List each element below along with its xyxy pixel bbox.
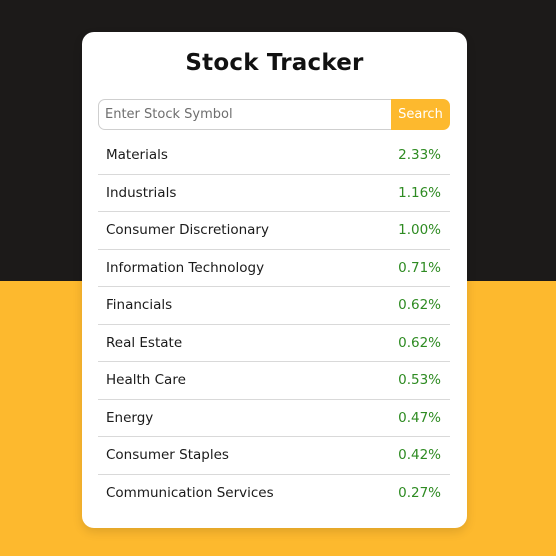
list-item: Materials 2.33%	[98, 137, 450, 175]
list-item: Industrials 1.16%	[98, 175, 450, 212]
stock-tracker-card: Stock Tracker Search Materials 2.33% Ind…	[82, 32, 467, 528]
sector-change: 2.33%	[398, 147, 441, 164]
sector-change: 0.27%	[398, 485, 441, 502]
sector-name: Consumer Staples	[106, 447, 229, 464]
sector-change: 0.47%	[398, 409, 441, 426]
list-item: Consumer Staples 0.42%	[98, 437, 450, 475]
search-button[interactable]: Search	[391, 99, 450, 130]
list-item: Information Technology 0.71%	[98, 250, 450, 287]
list-item: Financials 0.62%	[98, 287, 450, 325]
sector-name: Energy	[106, 409, 154, 426]
sector-change: 0.71%	[398, 259, 441, 276]
search-bar: Search	[98, 99, 450, 130]
sector-name: Communication Services	[106, 485, 274, 502]
sector-change: 0.62%	[398, 297, 441, 314]
sector-change: 0.53%	[398, 372, 441, 389]
page-title: Stock Tracker	[185, 50, 364, 76]
sector-change: 0.42%	[398, 447, 441, 464]
list-item: Energy 0.47%	[98, 400, 450, 437]
sector-change: 1.00%	[398, 222, 441, 239]
sector-name: Industrials	[106, 184, 177, 201]
list-item: Consumer Discretionary 1.00%	[98, 212, 450, 250]
sector-name: Consumer Discretionary	[106, 222, 269, 239]
stock-symbol-input[interactable]	[98, 99, 391, 130]
sector-list: Materials 2.33% Industrials 1.16% Consum…	[98, 137, 450, 512]
sector-change: 1.16%	[398, 184, 441, 201]
list-item: Communication Services 0.27%	[98, 475, 450, 513]
sector-name: Information Technology	[106, 259, 265, 276]
sector-name: Materials	[106, 147, 168, 164]
list-item: Health Care 0.53%	[98, 362, 450, 400]
sector-name: Financials	[106, 297, 173, 314]
sector-name: Health Care	[106, 372, 186, 389]
sector-name: Real Estate	[106, 334, 183, 351]
sector-change: 0.62%	[398, 334, 441, 351]
list-item: Real Estate 0.62%	[98, 325, 450, 362]
